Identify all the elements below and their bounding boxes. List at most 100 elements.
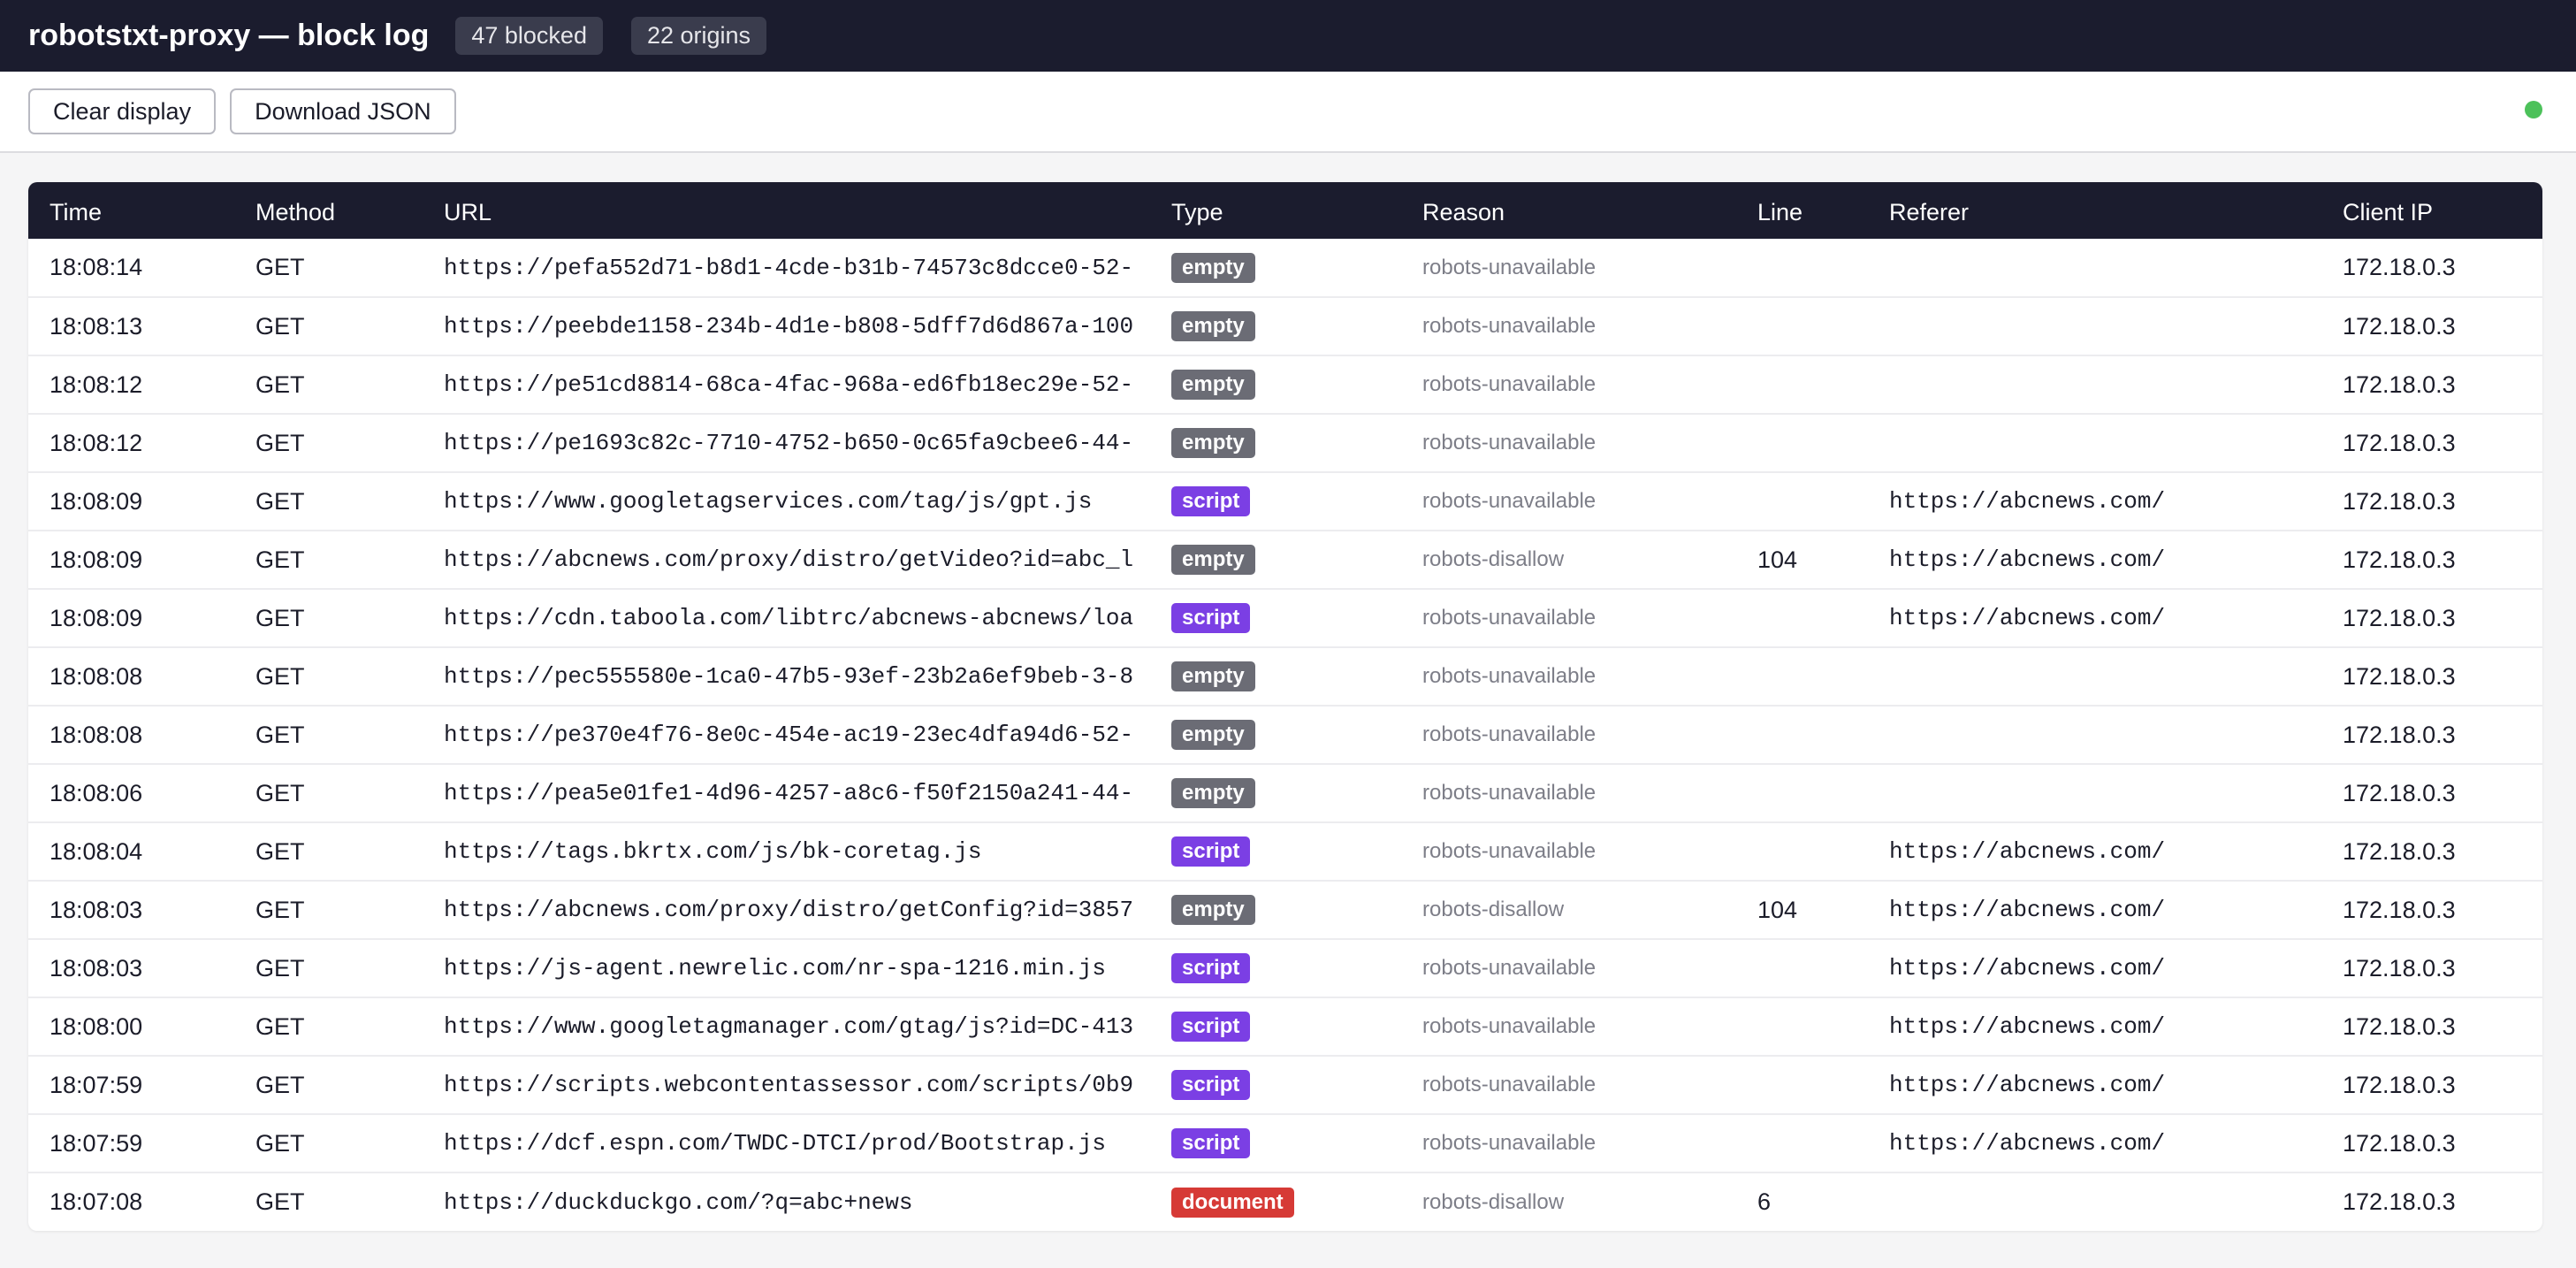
- cell-type: empty: [1150, 881, 1401, 939]
- cell-referer: https://abcnews.com/: [1868, 472, 2321, 531]
- cell-type: script: [1150, 472, 1401, 531]
- cell-type: script: [1150, 1056, 1401, 1114]
- cell-line: [1736, 589, 1868, 647]
- cell-url: https://pe51cd8814-68ca-4fac-968a-ed6fb1…: [423, 355, 1150, 414]
- cell-reason: robots-unavailable: [1422, 255, 1597, 279]
- table-row[interactable]: 18:08:09 GET https://cdn.taboola.com/libtr…: [28, 589, 2542, 647]
- cell-time: 18:08:12: [50, 429, 143, 456]
- cell-url: https://pe1693c82c-7710-4752-b650-0c65fa…: [423, 414, 1150, 472]
- cell-time: 18:08:09: [50, 487, 143, 515]
- cell-type: script: [1150, 997, 1401, 1056]
- cell-line: [1736, 1056, 1868, 1114]
- type-badge: empty: [1171, 545, 1255, 575]
- cell-reason: robots-unavailable: [1422, 1073, 1597, 1096]
- cell-url: https://pea5e01fe1-4d96-4257-a8c6-f50f21…: [423, 764, 1150, 822]
- cell-time: 18:08:09: [50, 546, 143, 573]
- cell-time: 18:08:13: [50, 312, 143, 340]
- table-row[interactable]: 18:08:12 GET https://pe1693c82c-7710-4752-…: [28, 414, 2542, 472]
- cell-type: empty: [1150, 297, 1401, 355]
- url-text: https://pe370e4f76-8e0c-454e-ac19-23ec4d…: [444, 722, 1134, 748]
- cell-line: [1736, 647, 1868, 706]
- cell-line: 104: [1757, 896, 1798, 923]
- cell-referer: [1868, 239, 2321, 297]
- cell-method: GET: [255, 254, 305, 280]
- table-row[interactable]: 18:08:03 GET https://js-agent.newrelic.com…: [28, 939, 2542, 997]
- table-row[interactable]: 18:08:08 GET https://pe370e4f76-8e0c-454e-…: [28, 706, 2542, 764]
- table-row[interactable]: 18:08:14 GET https://pefa552d71-b8d1-4cde-…: [28, 239, 2542, 297]
- cell-referer: https://abcnews.com/: [1868, 1114, 2321, 1173]
- table-row[interactable]: 18:08:13 GET https://peebde1158-234b-4d1e-…: [28, 297, 2542, 355]
- cell-line: [1736, 822, 1868, 881]
- cell-reason: robots-disallow: [1422, 547, 1565, 571]
- url-text: https://pefa552d71-b8d1-4cde-b31b-74573c…: [444, 254, 1134, 281]
- cell-time: 18:07:59: [50, 1129, 143, 1157]
- cell-time: 18:07:59: [50, 1071, 143, 1098]
- url-text: https://scripts.webcontentassessor.com/s…: [444, 1072, 1134, 1098]
- referer-text: https://abcnews.com/: [1889, 546, 2166, 573]
- cell-url: https://dcf.espn.com/TWDC-DTCI/prod/Boot…: [423, 1114, 1150, 1173]
- type-badge: empty: [1171, 428, 1255, 458]
- type-badge: script: [1171, 953, 1251, 983]
- cell-line: [1736, 414, 1868, 472]
- download-json-button[interactable]: Download JSON: [230, 88, 456, 134]
- table-row[interactable]: 18:07:08 GET https://duckduckgo.com/?q=abc…: [28, 1173, 2542, 1231]
- referer-text: https://abcnews.com/: [1889, 1130, 2166, 1157]
- cell-method: GET: [255, 312, 305, 340]
- cell-line: 104: [1757, 546, 1798, 573]
- url-text: https://duckduckgo.com/?q=abc+news: [444, 1188, 913, 1216]
- cell-client-ip: 172.18.0.3: [2343, 721, 2456, 748]
- cell-referer: [1868, 764, 2321, 822]
- cell-type: empty: [1150, 531, 1401, 589]
- url-text: https://js-agent.newrelic.com/nr-spa-121…: [444, 955, 1106, 982]
- column-header-time: Time: [50, 198, 102, 225]
- cell-referer: https://abcnews.com/: [1868, 531, 2321, 589]
- cell-url: https://www.googletagmanager.com/gtag/js…: [423, 997, 1150, 1056]
- cell-time: 18:08:03: [50, 954, 143, 982]
- cell-reason: robots-unavailable: [1422, 1014, 1597, 1038]
- cell-client-ip: 172.18.0.3: [2343, 954, 2456, 982]
- referer-text: https://abcnews.com/: [1889, 838, 2166, 865]
- url-text: https://pea5e01fe1-4d96-4257-a8c6-f50f21…: [444, 780, 1134, 806]
- cell-method: GET: [255, 429, 305, 456]
- cell-reason: robots-unavailable: [1422, 839, 1597, 863]
- cell-time: 18:08:09: [50, 604, 143, 631]
- type-badge: empty: [1171, 370, 1255, 400]
- table-row[interactable]: 18:08:04 GET https://tags.bkrtx.com/js/bk-…: [28, 822, 2542, 881]
- cell-url: https://pec555580e-1ca0-47b5-93ef-23b2a6…: [423, 647, 1150, 706]
- cell-type: empty: [1150, 414, 1401, 472]
- cell-line: [1736, 239, 1868, 297]
- table-row[interactable]: 18:07:59 GET https://dcf.espn.com/TWDC-DTC…: [28, 1114, 2542, 1173]
- type-badge: script: [1171, 1012, 1251, 1042]
- cell-reason: robots-unavailable: [1422, 606, 1597, 630]
- url-text: https://peebde1158-234b-4d1e-b808-5dff7d…: [444, 313, 1134, 340]
- cell-reason: robots-disallow: [1422, 898, 1565, 921]
- table-row[interactable]: 18:08:09 GET https://www.googletagservices…: [28, 472, 2542, 531]
- cell-client-ip: 172.18.0.3: [2343, 604, 2456, 631]
- cell-time: 18:08:00: [50, 1012, 143, 1040]
- table-row[interactable]: 18:08:12 GET https://pe51cd8814-68ca-4fac-…: [28, 355, 2542, 414]
- cell-client-ip: 172.18.0.3: [2343, 1188, 2456, 1215]
- cell-client-ip: 172.18.0.3: [2343, 254, 2456, 280]
- type-badge: script: [1171, 1128, 1251, 1158]
- type-badge: empty: [1171, 895, 1255, 925]
- table-row[interactable]: 18:08:06 GET https://pea5e01fe1-4d96-4257-…: [28, 764, 2542, 822]
- cell-method: GET: [255, 779, 305, 806]
- table-row[interactable]: 18:08:08 GET https://pec555580e-1ca0-47b5-…: [28, 647, 2542, 706]
- cell-client-ip: 172.18.0.3: [2343, 312, 2456, 340]
- cell-method: GET: [255, 1188, 305, 1215]
- type-badge: script: [1171, 1070, 1251, 1100]
- cell-referer: [1868, 647, 2321, 706]
- clear-display-button[interactable]: Clear display: [28, 88, 217, 134]
- table-row[interactable]: 18:07:59 GET https://scripts.webcontentass…: [28, 1056, 2542, 1114]
- cell-line: [1736, 297, 1868, 355]
- referer-text: https://abcnews.com/: [1889, 1072, 2166, 1098]
- table-row[interactable]: 18:08:03 GET https://abcnews.com/proxy/dis…: [28, 881, 2542, 939]
- table-row[interactable]: 18:08:09 GET https://abcnews.com/proxy/dis…: [28, 531, 2542, 589]
- table-row[interactable]: 18:08:00 GET https://www.googletagmanager.…: [28, 997, 2542, 1056]
- type-badge: empty: [1171, 661, 1255, 691]
- cell-method: GET: [255, 1129, 305, 1157]
- cell-type: empty: [1150, 355, 1401, 414]
- cell-reason: robots-unavailable: [1422, 781, 1597, 805]
- cell-method: GET: [255, 1012, 305, 1040]
- cell-url: https://scripts.webcontentassessor.com/s…: [423, 1056, 1150, 1114]
